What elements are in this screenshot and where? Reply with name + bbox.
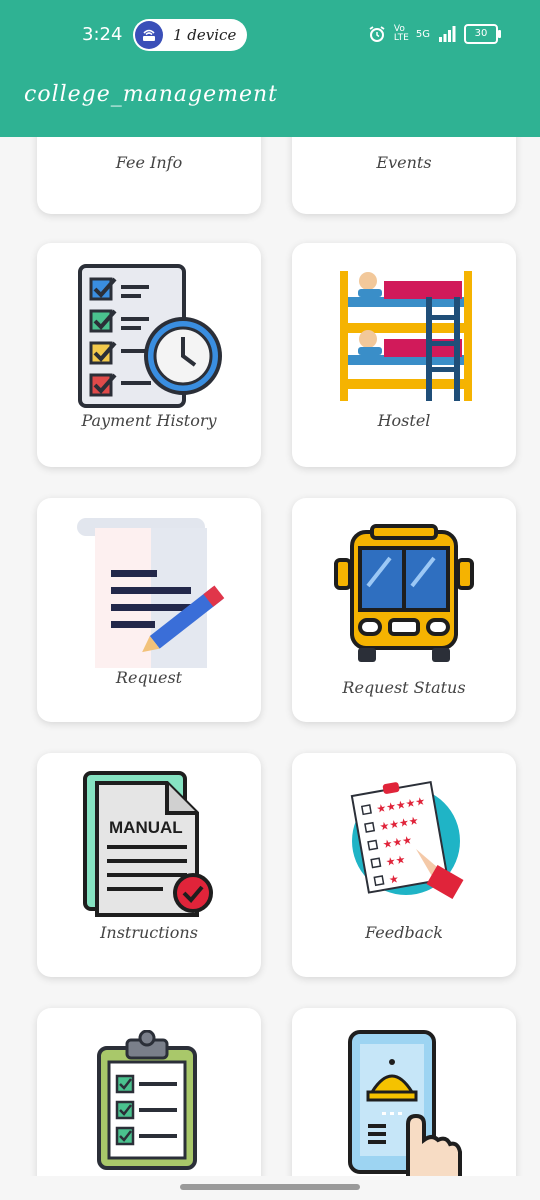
card-instructions[interactable]: MANUAL Instructions [37,753,261,977]
clipboard-checklist-icon [97,1030,197,1170]
battery-icon: 30 [464,24,501,44]
home-indicator[interactable] [180,1184,360,1190]
network-type: 5G [415,28,430,40]
status-bar: 3:24 1 device Vo LTE 5G 30 [0,0,540,72]
bunk-bed-icon [340,271,472,401]
card-hostel[interactable]: Hostel [292,243,516,467]
menu-grid: Fee Info Events Payment History Hostel R… [0,93,540,1176]
manual-label: MANUAL [109,818,183,837]
card-label: Request Status [342,678,466,697]
router-icon [135,21,163,49]
card-label: Hostel [377,411,431,430]
volte-indicator: Vo LTE [393,24,409,43]
manual-icon: MANUAL [83,771,213,917]
battery-level: 30 [474,28,488,39]
checklist-clock-icon [78,264,222,408]
document-pencil-icon [77,518,225,668]
signal-icon [439,26,456,42]
card-feedback[interactable]: ★★★★★ ★★★★ ★★★ ★★ ★ Feedback [292,753,516,977]
status-icons: Vo LTE 5G 30 [368,24,501,44]
card-label: Events [376,153,432,172]
card-label: Request [115,668,183,687]
card-request[interactable]: Request [37,498,261,722]
card-payment-history[interactable]: Payment History [37,243,261,467]
app-title: college_management [24,82,279,107]
phone-tap-icon [348,1030,462,1176]
card-label: Feedback [365,923,443,942]
bus-icon [334,524,474,662]
card-request-status[interactable]: Request Status [292,498,516,722]
card-phone[interactable] [292,1008,516,1176]
card-label: Fee Info [115,153,183,172]
card-checklist[interactable] [37,1008,261,1176]
alarm-icon [369,26,385,42]
device-pill[interactable]: 1 device [133,19,247,51]
app-bar: 3:24 1 device Vo LTE 5G 30 college_manag… [0,0,540,137]
device-pill-label: 1 device [173,26,237,44]
status-time: 3:24 [82,24,123,45]
feedback-icon: ★★★★★ ★★★★ ★★★ ★★ ★ [350,780,464,899]
card-label: Instructions [100,923,198,942]
card-label: Payment History [81,411,217,430]
